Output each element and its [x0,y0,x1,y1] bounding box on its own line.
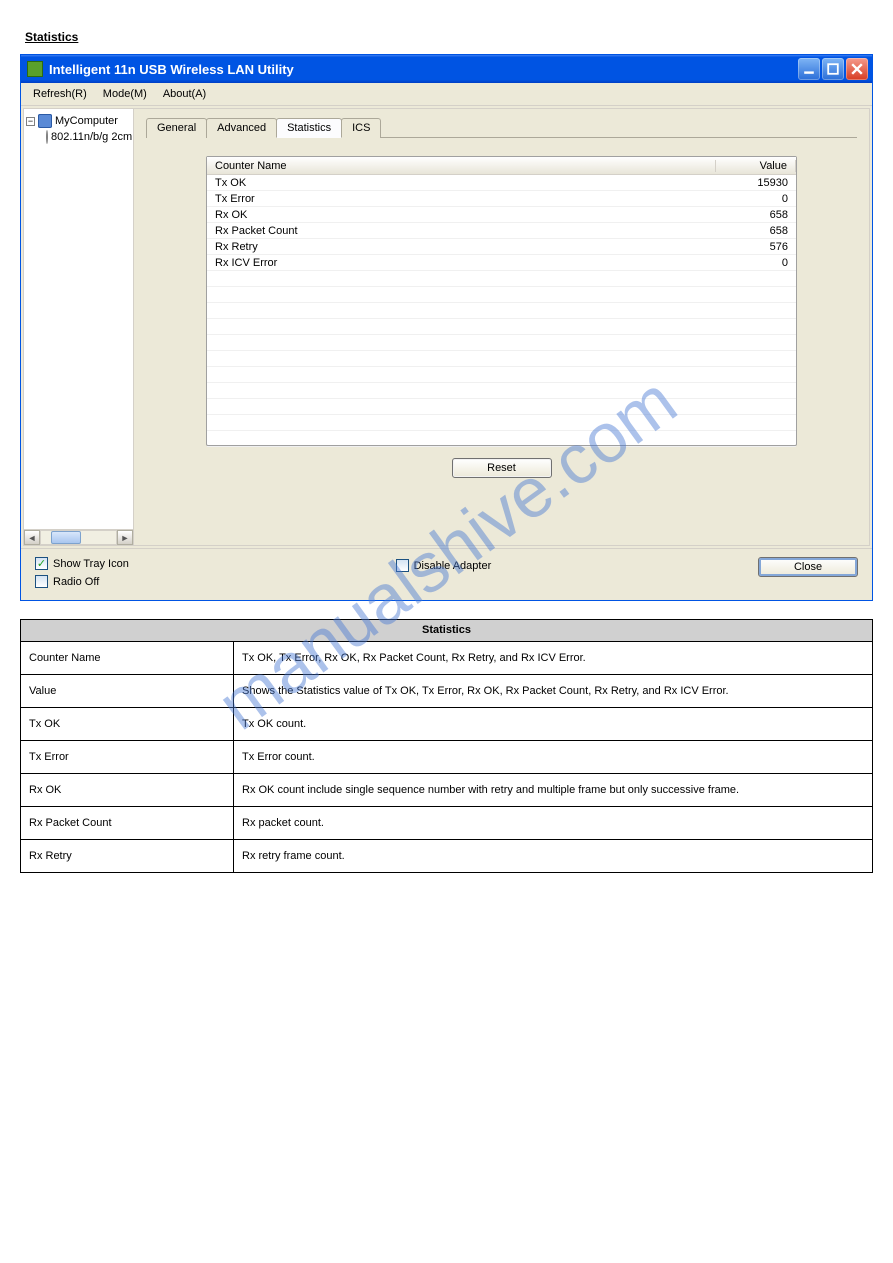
stats-counter-name: Tx OK [207,177,716,189]
desc-key: Tx Error [21,741,234,774]
tree-collapse-icon[interactable]: − [26,117,35,126]
desc-value: Rx OK count include single sequence numb… [234,774,873,807]
disable-adapter-checkbox[interactable]: Disable Adapter [396,559,492,572]
desc-value: Rx retry frame count. [234,840,873,873]
stats-row-empty [207,415,796,431]
desc-key: Counter Name [21,642,234,675]
desc-row: Tx OKTx OK count. [21,708,873,741]
show-tray-label: Show Tray Icon [53,558,129,570]
tab-ics[interactable]: ICS [341,118,381,138]
checkbox-empty-icon [35,575,48,588]
checkbox-checked-icon: ✓ [35,557,48,570]
stats-row-empty [207,399,796,415]
desc-key: Rx Retry [21,840,234,873]
stats-row-empty [207,319,796,335]
utility-window: Intelligent 11n USB Wireless LAN Utility… [20,54,873,601]
stats-row-empty [207,367,796,383]
stats-row[interactable]: Rx ICV Error0 [207,255,796,271]
app-icon [27,61,43,77]
desc-row: Rx Packet CountRx packet count. [21,807,873,840]
desc-row: Rx OKRx OK count include single sequence… [21,774,873,807]
scroll-left-icon[interactable]: ◄ [24,530,40,545]
reset-button[interactable]: Reset [452,458,552,478]
stats-row-empty [207,287,796,303]
minimize-button[interactable] [798,58,820,80]
close-button[interactable]: Close [758,557,858,577]
statistics-listview: Counter Name Value Tx OK15930Tx Error0Rx… [206,156,797,446]
scroll-right-icon[interactable]: ► [117,530,133,545]
main-pane: General Advanced Statistics ICS Counter … [134,109,869,545]
desc-value: Shows the Statistics value of Tx OK, Tx … [234,675,873,708]
stats-counter-value: 0 [716,193,796,205]
disable-adapter-label: Disable Adapter [414,560,492,572]
menu-refresh[interactable]: Refresh(R) [27,86,93,102]
description-table: Statistics Counter NameTx OK, Tx Error, … [20,619,873,873]
tree-root-label: MyComputer [55,115,118,127]
maximize-button[interactable] [822,58,844,80]
stats-row-empty [207,351,796,367]
tab-advanced[interactable]: Advanced [206,118,277,138]
tree-adapter-label: 802.11n/b/g 2cm [51,131,132,143]
desc-value: Tx OK count. [234,708,873,741]
stats-row[interactable]: Tx OK15930 [207,175,796,191]
stats-counter-name: Rx Packet Count [207,225,716,237]
section-title: Statistics [25,30,873,44]
tabstrip: General Advanced Statistics ICS [146,117,857,138]
stats-counter-value: 658 [716,225,796,237]
computer-icon [38,114,52,128]
desc-value: Rx packet count. [234,807,873,840]
device-tree: − MyComputer 802.11n/b/g 2cm ◄ ► [24,109,134,545]
stats-row-empty [207,271,796,287]
tree-adapter-node[interactable]: 802.11n/b/g 2cm [26,129,131,145]
stats-counter-name: Tx Error [207,193,716,205]
scroll-thumb[interactable] [51,531,81,544]
stats-counter-value: 658 [716,209,796,221]
menubar: Refresh(R) Mode(M) About(A) [21,83,872,106]
close-window-button[interactable] [846,58,868,80]
desc-value: Tx OK, Tx Error, Rx OK, Rx Packet Count,… [234,642,873,675]
menu-mode[interactable]: Mode(M) [97,86,153,102]
stats-row[interactable]: Rx OK658 [207,207,796,223]
stats-header-value[interactable]: Value [716,160,796,172]
stats-counter-value: 15930 [716,177,796,189]
tab-statistics[interactable]: Statistics [276,118,342,138]
stats-header-name[interactable]: Counter Name [207,160,716,172]
radio-off-label: Radio Off [53,576,99,588]
desc-value: Tx Error count. [234,741,873,774]
stats-row-empty [207,383,796,399]
desc-row: Tx ErrorTx Error count. [21,741,873,774]
stats-counter-name: Rx ICV Error [207,257,716,269]
checkbox-empty-icon [396,559,409,572]
titlebar: Intelligent 11n USB Wireless LAN Utility [21,55,872,83]
stats-row[interactable]: Rx Packet Count658 [207,223,796,239]
stats-counter-value: 0 [716,257,796,269]
stats-counter-name: Rx OK [207,209,716,221]
tab-general[interactable]: General [146,118,207,138]
stats-row[interactable]: Tx Error0 [207,191,796,207]
stats-row-empty [207,431,796,447]
stats-counter-value: 576 [716,241,796,253]
window-title: Intelligent 11n USB Wireless LAN Utility [49,62,798,77]
show-tray-checkbox[interactable]: ✓ Show Tray Icon [35,557,129,570]
radio-off-checkbox[interactable]: Radio Off [35,575,129,588]
adapter-icon [46,130,48,144]
tree-root-node[interactable]: − MyComputer [26,113,131,129]
stats-counter-name: Rx Retry [207,241,716,253]
bottom-bar: ✓ Show Tray Icon Radio Off Disable Adapt… [21,548,872,600]
desc-key: Rx Packet Count [21,807,234,840]
tree-scrollbar[interactable]: ◄ ► [24,529,133,545]
stats-row-empty [207,335,796,351]
stats-row-empty [207,303,796,319]
desc-key: Value [21,675,234,708]
menu-about[interactable]: About(A) [157,86,212,102]
desc-row: Counter NameTx OK, Tx Error, Rx OK, Rx P… [21,642,873,675]
stats-row[interactable]: Rx Retry576 [207,239,796,255]
desc-key: Tx OK [21,708,234,741]
desc-table-header: Statistics [21,620,873,642]
desc-key: Rx OK [21,774,234,807]
desc-row: Rx Retry Rx retry frame count. [21,840,873,873]
desc-row: ValueShows the Statistics value of Tx OK… [21,675,873,708]
